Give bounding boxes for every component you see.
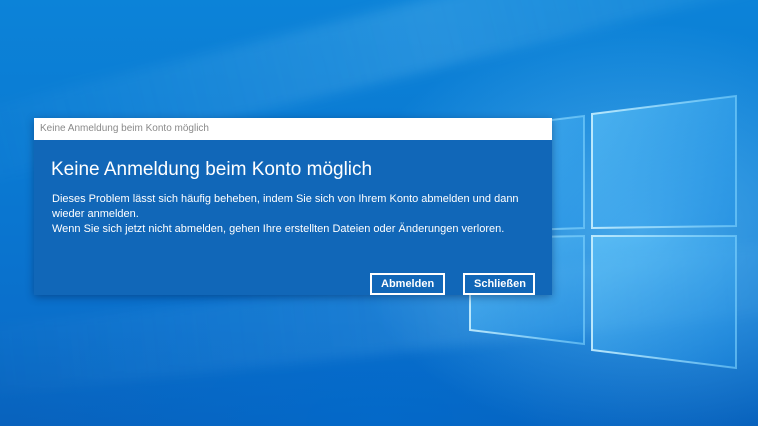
dialog-message-line: Dieses Problem lässt sich häufig beheben…	[52, 193, 519, 220]
dialog-button-row: Abmelden Schließen	[370, 273, 535, 295]
sign-in-error-dialog: Keine Anmeldung beim Konto möglich Keine…	[34, 118, 552, 295]
close-button[interactable]: Schließen	[463, 273, 535, 295]
dialog-message-line: Wenn Sie sich jetzt nicht abmelden, gehe…	[52, 223, 505, 235]
sign-out-button[interactable]: Abmelden	[370, 273, 445, 295]
windows-logo-pane-lower-right	[591, 235, 737, 370]
dialog-message: Dieses Problem lässt sich häufig beheben…	[52, 192, 542, 237]
dialog-body: Keine Anmeldung beim Konto möglich Diese…	[34, 140, 552, 295]
dialog-heading: Keine Anmeldung beim Konto möglich	[51, 159, 373, 180]
windows-logo-pane-upper-right	[591, 94, 737, 230]
dialog-titlebar[interactable]: Keine Anmeldung beim Konto möglich	[34, 118, 552, 140]
